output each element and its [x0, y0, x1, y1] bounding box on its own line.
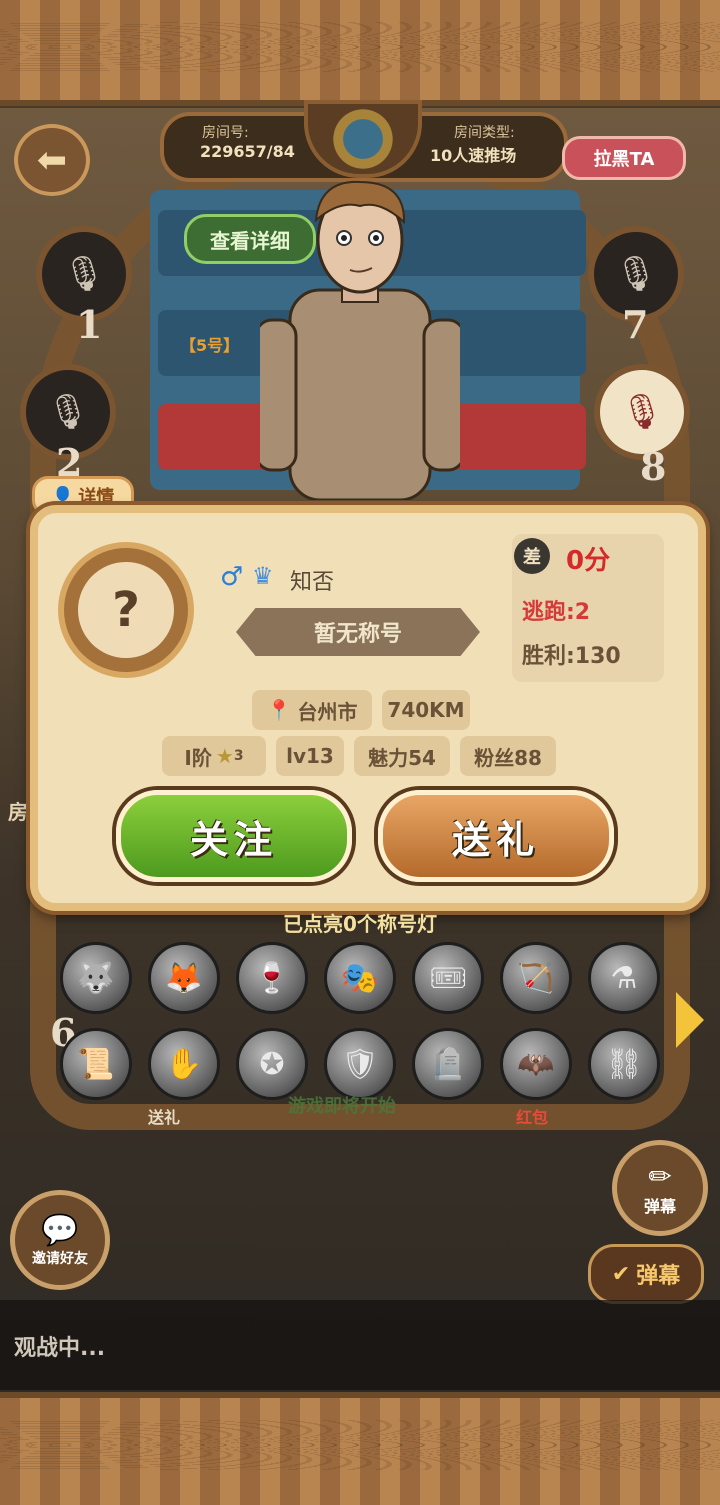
glove-icon[interactable]: ✋	[148, 1028, 220, 1100]
pencil-icon: ✏	[648, 1159, 672, 1193]
avatar: ?	[58, 542, 194, 678]
character-portrait	[260, 180, 460, 500]
mask-icon[interactable]: 🎭	[324, 942, 396, 1014]
spectating-status: 观战中...	[14, 1336, 106, 1361]
follow-button[interactable]: 关注	[116, 790, 352, 882]
location-pin-icon: 📍	[266, 698, 292, 722]
unknown-avatar-icon: ?	[78, 562, 174, 658]
room-type-label: 房间类型:	[454, 125, 515, 141]
barrage-toggle-label: 弹幕	[636, 1264, 681, 1289]
next-page-arrow-icon[interactable]	[676, 992, 704, 1048]
title-lamps-grid: 🐺 🦊 🍷 🎭 🎟 🏹 ⚗ 📜 ✋ ✪ 🛡 🪦 🦇 ⛓	[60, 942, 668, 1100]
bottom-border-decoration	[0, 1392, 720, 1505]
gift-small-label: 送礼	[148, 1108, 181, 1127]
crown-icon: ♛	[252, 562, 274, 590]
gift-button[interactable]: 送礼	[378, 790, 614, 882]
tier-text: I阶	[184, 745, 212, 770]
crossbow-icon[interactable]: 🏹	[500, 942, 572, 1014]
seat-number: 7	[622, 302, 649, 347]
wolf-icon[interactable]: 🦊	[148, 942, 220, 1014]
masquerade-icon[interactable]: 🎟	[412, 942, 484, 1014]
back-arrow-icon: ⬅	[36, 139, 68, 181]
block-button[interactable]: 拉黑TA	[562, 136, 686, 180]
room-number-label: 房间号:	[202, 125, 249, 141]
potion-icon[interactable]: ⚗	[588, 942, 660, 1014]
city-text: 台州市	[297, 699, 358, 724]
room-number-value: 229657/84	[200, 142, 295, 161]
microphone-icon: 🎙	[62, 254, 106, 294]
escape-count: 逃跑:2	[522, 600, 591, 625]
shield-icon[interactable]: 🛡	[324, 1028, 396, 1100]
fans-chip: 粉丝88	[460, 736, 556, 776]
cage-icon[interactable]: ⛓	[588, 1028, 660, 1100]
seat-number: 1	[76, 302, 103, 347]
badge-icon[interactable]: ✪	[236, 1028, 308, 1100]
tier-level: 3	[233, 748, 244, 764]
microphone-icon: 🎙	[620, 392, 664, 432]
barrage-button[interactable]: ✏ 弹幕	[612, 1140, 708, 1236]
back-button[interactable]: ⬅	[14, 124, 90, 196]
level-chip: lv13	[276, 736, 344, 776]
goblet-icon[interactable]: 🍷	[236, 942, 308, 1014]
barrage-toggle[interactable]: ✔ 弹幕	[588, 1244, 704, 1304]
bat-icon[interactable]: 🦇	[500, 1028, 572, 1100]
room-side-label: 房	[8, 800, 28, 824]
room-type-value: 10人速推场	[430, 146, 517, 165]
star-icon: ★	[215, 744, 234, 768]
distance-chip: 740KM	[382, 690, 470, 730]
player-title: 暂无称号	[236, 608, 480, 656]
win-count: 胜利:130	[522, 644, 621, 669]
location-chip: 📍 台州市	[252, 690, 372, 730]
charm-chip: 魅力54	[354, 736, 450, 776]
microphone-icon: 🎙	[46, 392, 90, 432]
invite-label: 邀请好友	[32, 1250, 88, 1267]
status-strip	[0, 1300, 720, 1390]
microphone-icon: 🎙	[614, 254, 658, 294]
scroll-icon[interactable]: 📜	[60, 1028, 132, 1100]
barrage-button-label: 弹幕	[643, 1196, 676, 1216]
gender-icon: ♂	[220, 562, 244, 592]
game-start-text: 游戏即将开始	[288, 1096, 396, 1117]
tombstone-icon[interactable]: 🪦	[412, 1028, 484, 1100]
player-name: 知否	[290, 570, 335, 595]
notice-text: 【5号】	[180, 336, 240, 355]
chat-icon: 💬	[41, 1212, 79, 1248]
werewolf-icon[interactable]: 🐺	[60, 942, 132, 1014]
seat-number: 8	[640, 444, 667, 489]
tier-chip: I阶 ★ 3	[162, 736, 266, 776]
checkmark-icon: ✔	[611, 1261, 631, 1287]
score-value: 0分	[566, 546, 611, 576]
title-lights-heading: 已点亮0个称号灯	[283, 912, 437, 936]
red-envelope-label: 红包	[516, 1108, 549, 1127]
user-icon: 👤	[51, 485, 75, 507]
rank-badge: 差	[514, 538, 550, 574]
top-border-decoration	[0, 0, 720, 106]
invite-friends-button[interactable]: 💬 邀请好友	[10, 1190, 110, 1290]
